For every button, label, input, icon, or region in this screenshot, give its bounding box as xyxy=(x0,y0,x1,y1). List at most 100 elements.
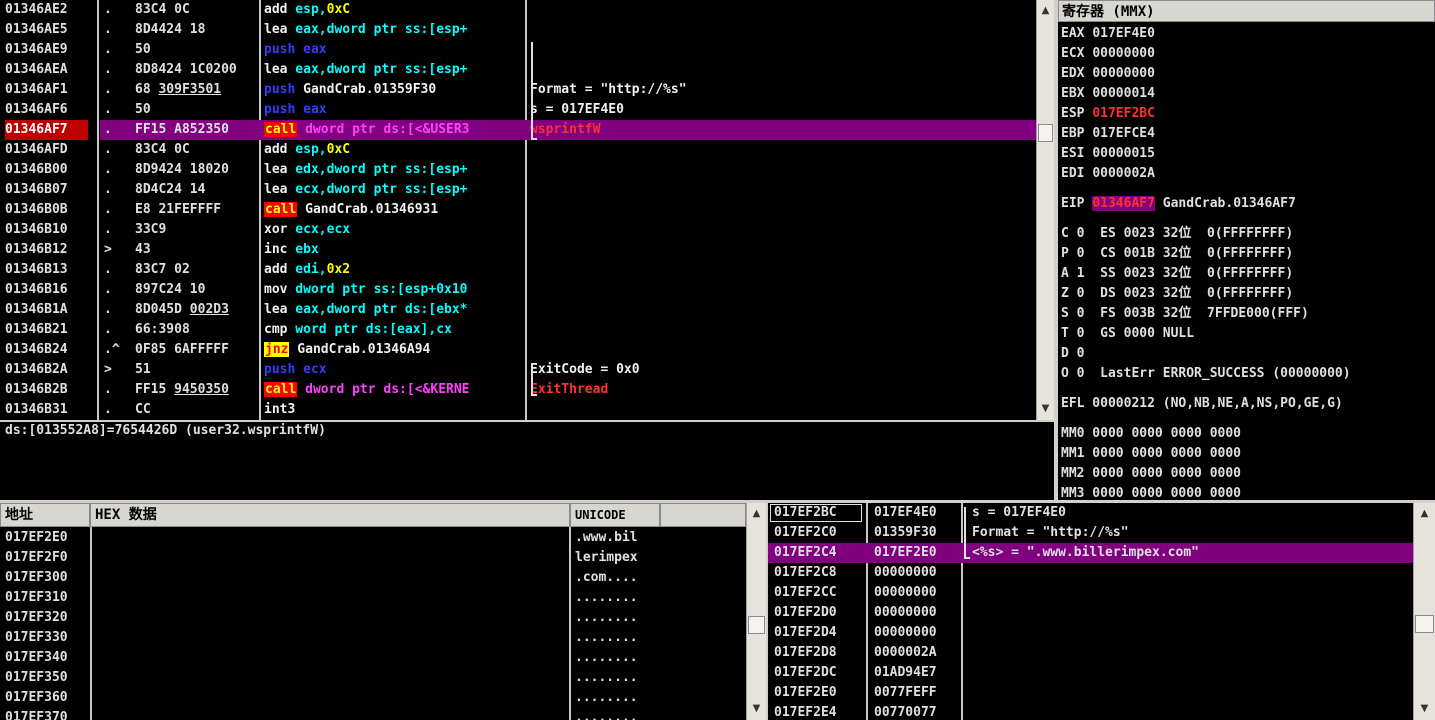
registers-pane[interactable]: 寄存器 (MMX) EAX 017EF4E0 ECX 00000000 EDX 00… xyxy=(1058,0,1435,500)
disasm-row[interactable]: 01346B31. CC int3 xyxy=(0,400,1036,420)
dump-row[interactable]: 017EF36000000000000000000000000000000000… xyxy=(0,688,746,708)
register-mmx[interactable]: MM1 0000 0000 0000 0000 xyxy=(1061,444,1241,464)
disasm-row[interactable]: 01346B2B. FF15 9450350 call dword ptr ds:[… xyxy=(0,380,1036,400)
disassembly-scrollbar[interactable]: ▲ ▼ xyxy=(1036,0,1054,420)
scrollbar-thumb[interactable] xyxy=(1415,615,1434,633)
asm-token: GandCrab.01346931 xyxy=(297,202,439,217)
stack-value: 017EF4E0 xyxy=(874,505,937,520)
register-value: 017EF4E0 xyxy=(1092,26,1155,41)
disasm-row[interactable]: 01346AF7. FF15 A852350 call dword ptr ds:[… xyxy=(0,120,1036,140)
stack-row[interactable]: 017EF2C8 00000000 xyxy=(768,563,1413,583)
disasm-row[interactable]: 01346B12 >43 inc ebx xyxy=(0,240,1036,260)
stack-row[interactable]: 017EF2DC 01AD94E7 xyxy=(768,663,1413,683)
scrollbar-thumb[interactable] xyxy=(1038,124,1053,142)
disasm-hex: FF15 9450350 xyxy=(135,382,229,397)
register-edx[interactable]: EDX 00000000 xyxy=(1061,64,1155,84)
dump-row[interactable]: 017EF35000000000000000000000000000000000… xyxy=(0,668,746,688)
stack-row[interactable]: 017EF2D0 00000000 xyxy=(768,603,1413,623)
flag-row[interactable]: S 0 FS 003B 32位 7FFDE000(FFF) xyxy=(1061,304,1309,324)
disasm-address: 01346B2A xyxy=(5,362,68,377)
dump-unicode: ........ xyxy=(575,650,638,665)
stack-row[interactable]: 017EF2D8 0000002A xyxy=(768,643,1413,663)
register-name: ESI xyxy=(1061,146,1093,161)
dump-row[interactable]: 017EF2E0FFFE7700770077002E00620069006C00… xyxy=(0,528,746,548)
disasm-instruction: lea edx,dword ptr ss:[esp+ xyxy=(264,160,524,180)
flag-row[interactable]: P 0 CS 001B 32位 0(FFFFFFFF) xyxy=(1061,244,1293,264)
disasm-row[interactable]: 01346B10. 33C9 xor ecx,ecx xyxy=(0,220,1036,240)
disasm-row[interactable]: 01346AE2. 83C4 0C add esp,0xC xyxy=(0,0,1036,20)
disasm-row[interactable]: 01346B13. 83C7 02 add edi,0x2 xyxy=(0,260,1036,280)
stack-pane[interactable]: 017EF2BC 017EF4E0 s = 017EF4E0 017EF2C0 0135… xyxy=(768,503,1413,720)
disasm-row[interactable]: 01346B1A. 8D045D 002D3 lea eax,dword ptr d… xyxy=(0,300,1036,320)
stack-row[interactable]: 017EF2C4 017EF2E0 <%s> = ".www.billerimpex… xyxy=(768,543,1413,563)
flag-row[interactable]: T 0 GS 0000 NULL xyxy=(1061,324,1194,344)
register-mmx[interactable]: MM3 0000 0000 0000 0000 xyxy=(1061,484,1241,500)
disasm-row[interactable]: 01346AFD. 83C4 0C add esp,0xC xyxy=(0,140,1036,160)
scroll-down-icon[interactable]: ▼ xyxy=(1037,400,1054,418)
dump-header-hex[interactable]: HEX 数据 xyxy=(90,503,570,527)
flag-row[interactable]: A 1 SS 0023 32位 0(FFFFFFFF) xyxy=(1061,264,1293,284)
scroll-up-icon[interactable]: ▲ xyxy=(747,505,766,523)
stack-row[interactable]: 017EF2C0 01359F30 Format = "http://%s" xyxy=(768,523,1413,543)
register-eax[interactable]: EAX 017EF4E0 xyxy=(1061,24,1155,44)
stack-row[interactable]: 017EF2CC 00000000 xyxy=(768,583,1413,603)
disasm-row[interactable]: 01346B2A >51 push ecx ExitCode = 0x0 xyxy=(0,360,1036,380)
disasm-row[interactable]: 01346AE5. 8D4424 18 lea eax,dword ptr ss:[… xyxy=(0,20,1036,40)
disasm-hex: FF15 A852350 xyxy=(135,122,229,137)
disasm-row[interactable]: 01346B07. 8D4C24 14 lea ecx,dword ptr ss:[… xyxy=(0,180,1036,200)
disasm-row[interactable]: 01346B00. 8D9424 18020 lea edx,dword ptr s… xyxy=(0,160,1036,180)
disasm-marker: > xyxy=(104,362,112,377)
scroll-up-icon[interactable]: ▲ xyxy=(1037,2,1054,20)
disasm-row[interactable]: 01346B0B. E8 21FEFFFF call GandCrab.013469… xyxy=(0,200,1036,220)
dump-address: 017EF320 xyxy=(5,610,68,625)
stack-address: 017EF2BC xyxy=(774,505,837,520)
dump-scrollbar[interactable]: ▲ ▼ xyxy=(746,503,766,720)
disasm-row[interactable]: 01346AF1. 68 309F3501 push GandCrab.01359F… xyxy=(0,80,1036,100)
dump-row[interactable]: 017EF34000000000000000000000000000000000… xyxy=(0,648,746,668)
dump-header-unicode[interactable]: UNICODE xyxy=(570,503,660,527)
disasm-row[interactable]: 01346AF6. 50 push eax s = 017EF4E0 xyxy=(0,100,1036,120)
register-mmx[interactable]: MM2 0000 0000 0000 0000 xyxy=(1061,464,1241,484)
flag-row[interactable]: C 0 ES 0023 32位 0(FFFFFFFF) xyxy=(1061,224,1293,244)
register-eip[interactable]: EIP 01346AF7 GandCrab.01346AF7 xyxy=(1061,194,1296,214)
flag-row[interactable]: D 0 xyxy=(1061,344,1084,364)
register-esi[interactable]: ESI 00000015 xyxy=(1061,144,1155,164)
scroll-up-icon[interactable]: ▲ xyxy=(1414,505,1435,523)
dump-row[interactable]: 017EF33000000000000000000000000000000000… xyxy=(0,628,746,648)
dump-row[interactable]: 017EF31000000000000000000000000000000000… xyxy=(0,588,746,608)
register-edi[interactable]: EDI 0000002A xyxy=(1061,164,1155,184)
flag-row[interactable]: Z 0 DS 0023 32位 0(FFFFFFFF) xyxy=(1061,284,1293,304)
dump-header-address[interactable]: 地址 xyxy=(0,503,90,527)
stack-row[interactable]: 017EF2D4 00000000 xyxy=(768,623,1413,643)
disasm-hex: 51 xyxy=(135,362,151,377)
dump-row[interactable]: 017EF37000000000000000000000000000000000… xyxy=(0,708,746,720)
dump-row[interactable]: 017EF3002E0063006F006D000000000000000000… xyxy=(0,568,746,588)
stack-row[interactable]: 017EF2BC 017EF4E0 s = 017EF4E0 xyxy=(768,503,1413,523)
disassembly-pane[interactable]: 01346AE2. 83C4 0C add esp,0xC 01346AE5. 8D44… xyxy=(0,0,1036,420)
register-value: 00000015 xyxy=(1092,146,1155,161)
dump-row[interactable]: 017EF32000000000000000000000000000000000… xyxy=(0,608,746,628)
disasm-row[interactable]: 01346AE9. 50 push eax xyxy=(0,40,1036,60)
register-mmx[interactable]: MM0 0000 0000 0000 0000 xyxy=(1061,424,1241,444)
scroll-down-icon[interactable]: ▼ xyxy=(747,700,766,718)
dump-row[interactable]: 017EF2F06C006500720069006D00700065007800… xyxy=(0,548,746,568)
stack-scrollbar[interactable]: ▲ ▼ xyxy=(1413,503,1435,720)
register-ecx[interactable]: ECX 00000000 xyxy=(1061,44,1155,64)
disasm-hex: 50 xyxy=(135,102,151,117)
disasm-row[interactable]: 01346B16. 897C24 10 mov dword ptr ss:[esp+… xyxy=(0,280,1036,300)
flag-row[interactable]: O 0 LastErr ERROR_SUCCESS (00000000) xyxy=(1061,364,1351,384)
register-ebx[interactable]: EBX 00000014 xyxy=(1061,84,1155,104)
stack-row[interactable]: 017EF2E4 00770077 xyxy=(768,703,1413,720)
register-efl[interactable]: EFL 00000212 (NO,NB,NE,A,NS,PO,GE,G) xyxy=(1061,394,1343,414)
stack-row[interactable]: 017EF2E0 0077FEFF xyxy=(768,683,1413,703)
disasm-row[interactable]: 01346B21. 66:3908 cmp word ptr ds:[eax],cx xyxy=(0,320,1036,340)
disasm-row[interactable]: 01346AEA. 8D8424 1C0200 lea eax,dword ptr … xyxy=(0,60,1036,80)
register-name: EBX xyxy=(1061,86,1093,101)
register-ebp[interactable]: EBP 017EFCE4 xyxy=(1061,124,1155,144)
hex-dump-pane[interactable]: 地址 HEX 数据 UNICODE 017EF2E0FFFE7700770077… xyxy=(0,503,746,720)
dump-address: 017EF310 xyxy=(5,590,68,605)
scrollbar-thumb[interactable] xyxy=(748,616,765,634)
register-esp[interactable]: ESP 017EF2BC xyxy=(1061,104,1155,124)
disasm-row[interactable]: 01346B24 .^ 0F85 6AFFFFF jnz GandCrab.01346… xyxy=(0,340,1036,360)
scroll-down-icon[interactable]: ▼ xyxy=(1414,700,1435,718)
